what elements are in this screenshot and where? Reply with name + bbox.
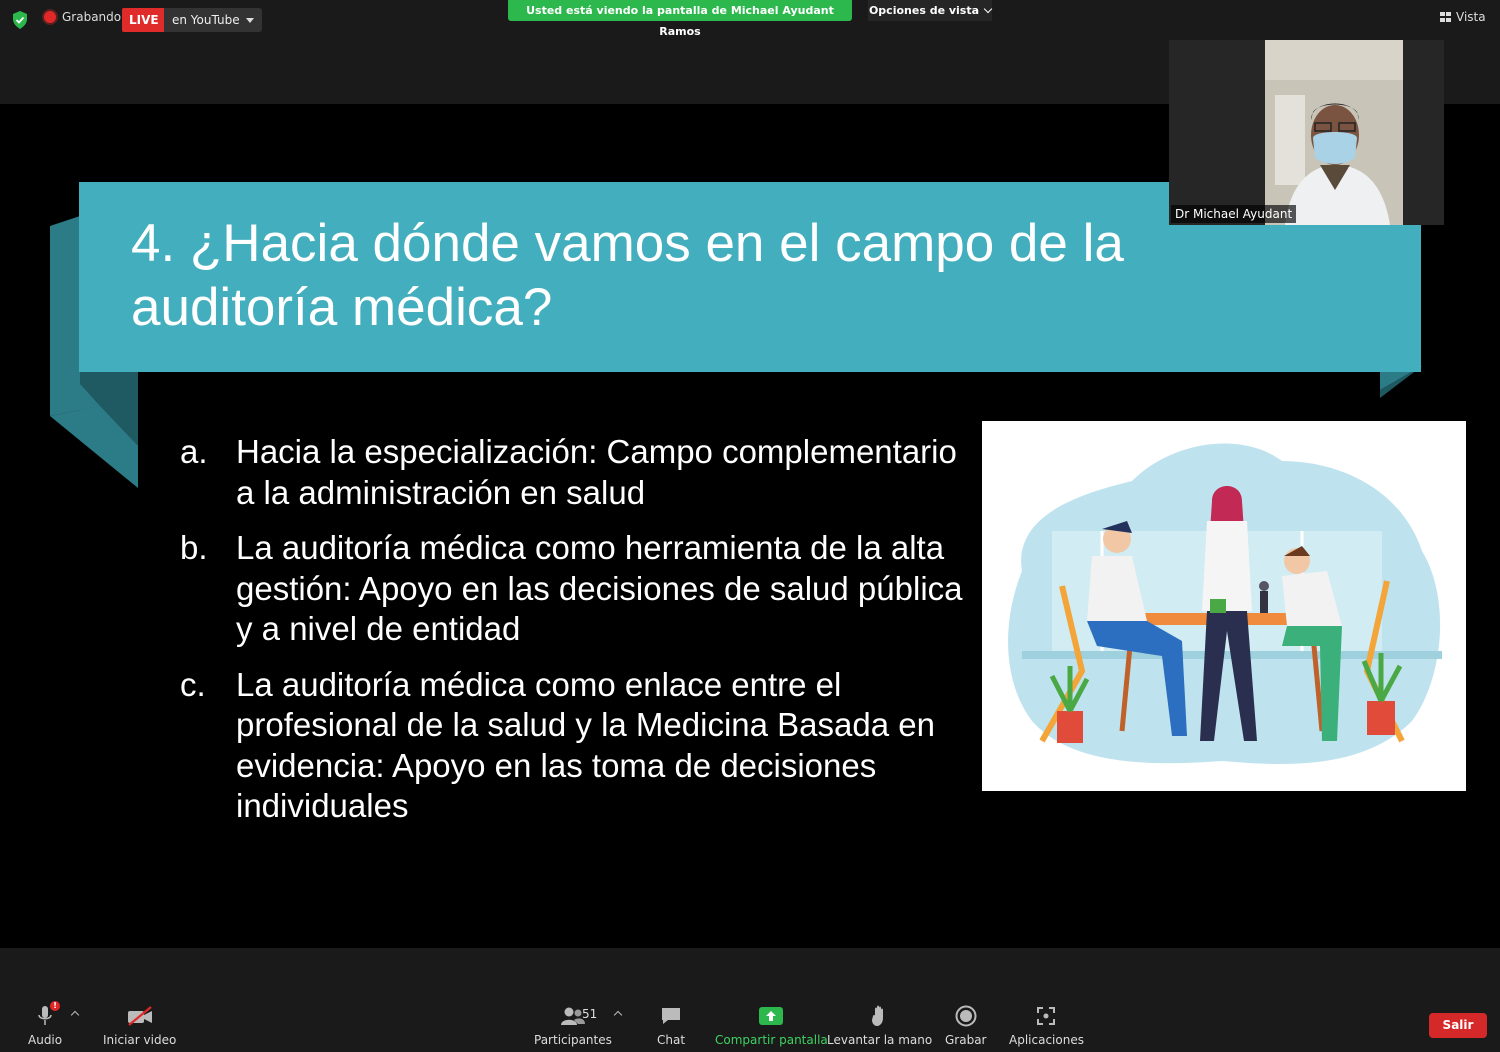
participant-name-label: Dr Michael Ayudant: [1171, 205, 1297, 223]
record-label: Grabar: [945, 1033, 987, 1047]
list-marker: a.: [180, 433, 208, 470]
audio-button[interactable]: ! Audio: [28, 1001, 63, 1047]
raise-hand-button[interactable]: Levantar la mano: [827, 1004, 932, 1047]
list-item-text: La auditoría médica como herramienta de …: [236, 529, 963, 647]
list-item: b. La auditoría médica como herramienta …: [180, 528, 970, 650]
view-options-label: Opciones de vista: [868, 4, 980, 17]
leave-meeting-button[interactable]: Salir: [1429, 1013, 1487, 1038]
recording-indicator[interactable]: Grabando: [44, 10, 121, 24]
view-options-button[interactable]: Opciones de vista: [868, 0, 993, 21]
audio-alert-badge: !: [50, 1001, 61, 1011]
participant-video-tile[interactable]: Dr Michael Ayudant: [1169, 40, 1444, 225]
record-icon: [953, 1004, 979, 1028]
meeting-controls-toolbar: ! Audio Iniciar video Participantes 51 C…: [0, 948, 1500, 1052]
list-item-text: Hacia la especialización: Campo compleme…: [236, 433, 957, 511]
apps-icon: [1033, 1004, 1059, 1028]
live-stream-dropdown[interactable]: en YouTube: [164, 8, 262, 32]
view-mode-label: Vista: [1456, 10, 1486, 24]
participant-video-feed: [1265, 40, 1403, 225]
list-marker: c.: [180, 665, 206, 703]
recording-label: Grabando: [62, 10, 122, 24]
shield-check-icon[interactable]: [12, 11, 28, 29]
screen-share-viewing-banner: Usted está viendo la pantalla de Michael…: [508, 0, 852, 38]
apps-button[interactable]: Aplicaciones: [1009, 1004, 1084, 1047]
medical-team-illustration: [982, 421, 1466, 791]
list-item: c. La auditoría médica como enlace entre…: [180, 665, 970, 827]
chat-button[interactable]: Chat: [657, 1004, 685, 1047]
gallery-grid-icon: [1440, 12, 1451, 22]
share-screen-icon: [758, 1004, 784, 1028]
chat-label: Chat: [657, 1033, 686, 1047]
view-mode-button[interactable]: Vista: [1440, 10, 1486, 24]
share-screen-label: Compartir pantalla: [715, 1033, 828, 1047]
list-item-text: La auditoría médica como enlace entre el…: [236, 665, 935, 825]
participants-options-caret-icon[interactable]: [613, 1010, 623, 1020]
participants-count: 51: [582, 1007, 598, 1021]
live-target-label: en YouTube: [172, 13, 240, 27]
slide-bullet-list: a. Hacia la especialización: Campo compl…: [180, 432, 970, 842]
shared-screen: 4. ¿Hacia dónde vamos en el campo de la …: [0, 104, 1500, 948]
list-marker: b.: [180, 529, 208, 566]
hand-icon: [867, 1004, 893, 1028]
audio-label: Audio: [28, 1033, 63, 1047]
raise-hand-label: Levantar la mano: [827, 1033, 933, 1047]
start-video-button[interactable]: Iniciar video: [103, 1004, 176, 1047]
live-badge[interactable]: LIVE: [122, 8, 166, 32]
start-video-label: Iniciar video: [103, 1033, 177, 1047]
chat-bubble-icon: [658, 1004, 684, 1028]
slide-title: 4. ¿Hacia dónde vamos en el campo de la …: [131, 214, 1124, 337]
microphone-icon: !: [32, 1001, 61, 1028]
audio-options-caret-icon[interactable]: [70, 1010, 80, 1020]
participants-label: Participantes: [534, 1033, 612, 1047]
record-dot-icon: [44, 11, 56, 23]
video-off-icon: [127, 1004, 153, 1028]
caret-down-icon: [245, 17, 254, 23]
share-screen-button[interactable]: Compartir pantalla: [715, 1004, 828, 1047]
chevron-down-icon: [983, 4, 993, 14]
list-item: a. Hacia la especialización: Campo compl…: [180, 432, 970, 513]
participants-button[interactable]: Participantes: [534, 1004, 612, 1047]
apps-label: Aplicaciones: [1009, 1033, 1084, 1047]
record-button[interactable]: Grabar: [945, 1004, 987, 1047]
